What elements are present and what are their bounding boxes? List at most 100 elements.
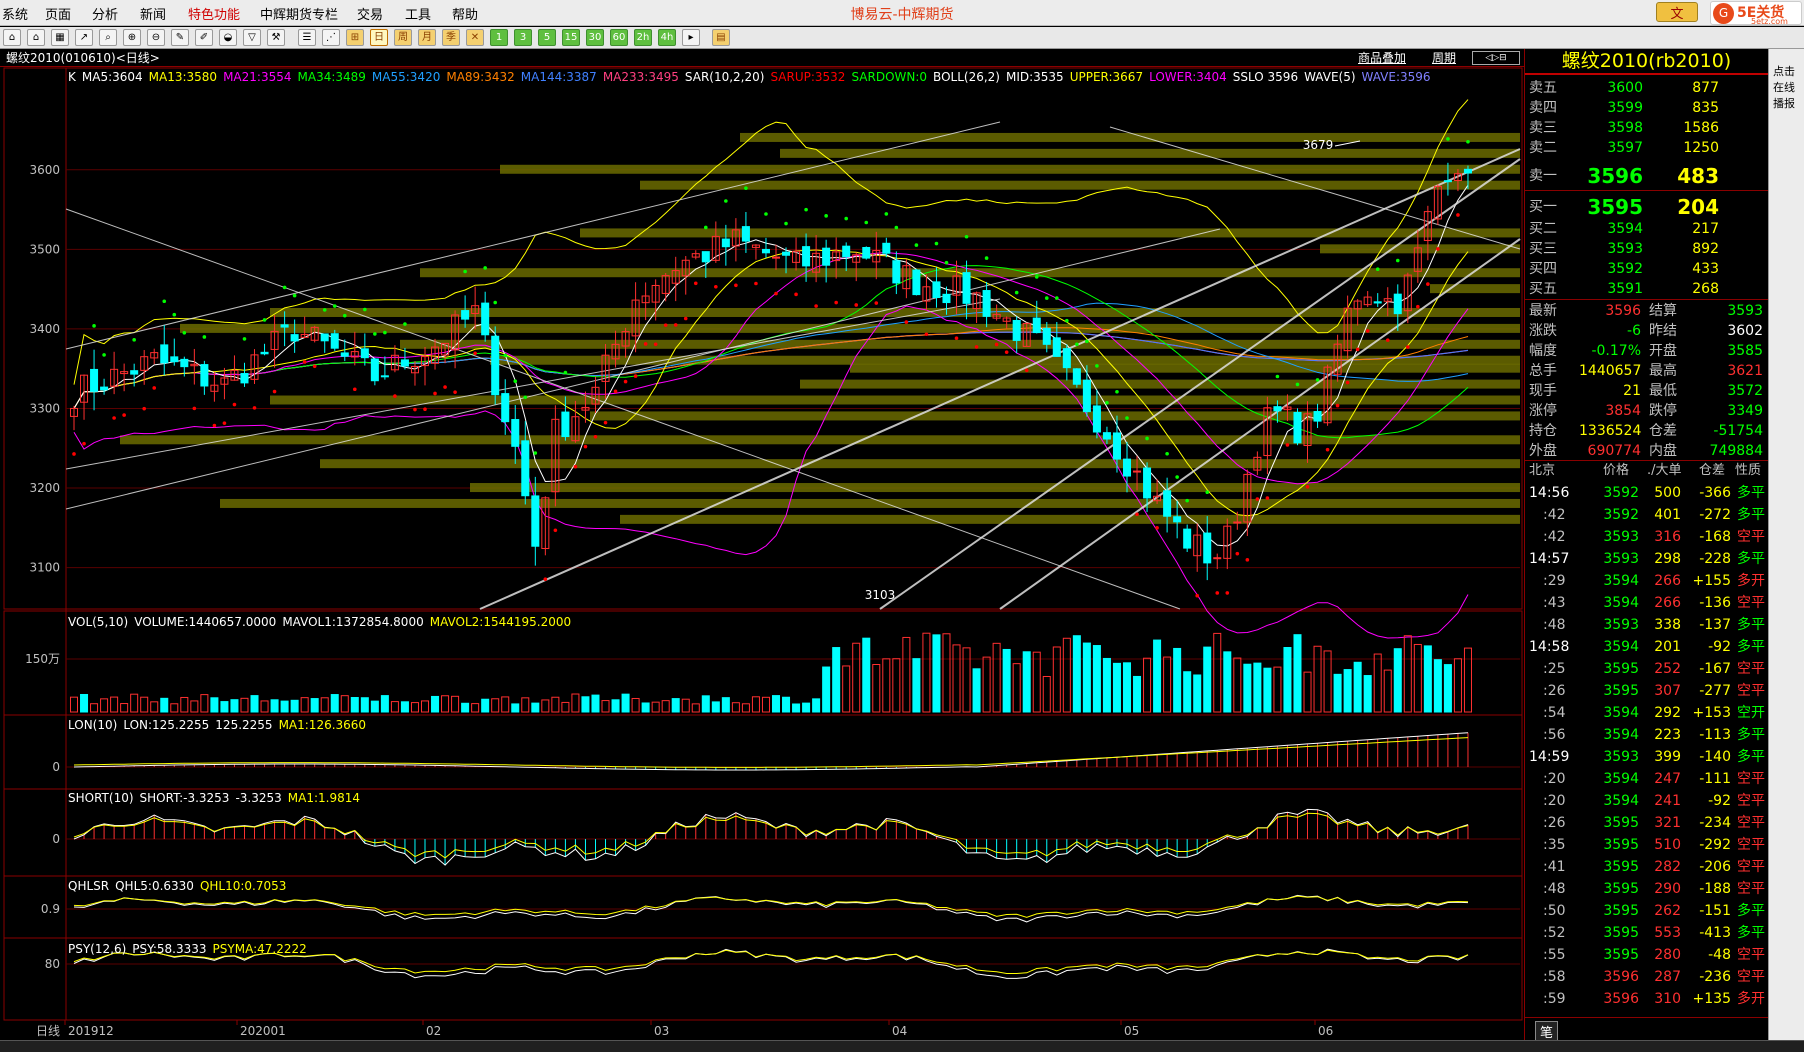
tick-row[interactable]: :29 3594 266 +155 多开 <box>1525 570 1768 592</box>
menu-help[interactable]: 帮助 <box>452 4 478 23</box>
ask-row[interactable]: 卖四 3599 835 <box>1525 98 1768 118</box>
tick-tab[interactable]: 笔 <box>1535 1021 1559 1042</box>
tick-row[interactable]: :43 3594 266 -136 空平 <box>1525 592 1768 614</box>
tick-price: 3595 <box>1603 903 1639 919</box>
menu-page[interactable]: 页面 <box>45 4 71 23</box>
legend-item: MA1:126.3660 <box>278 718 367 732</box>
bid-row[interactable]: 买五 3591 268 <box>1525 279 1768 299</box>
pen-icon[interactable]: ✐ <box>195 29 213 46</box>
tick-row[interactable]: :20 3594 241 -92 空平 <box>1525 790 1768 812</box>
tick-volume: 510 <box>1654 837 1681 853</box>
bid-row[interactable]: 买三 3593 892 <box>1525 239 1768 259</box>
stat-row[interactable]: 涨停 3854 跌停 3349 <box>1525 401 1768 421</box>
grid-icon[interactable]: ▦ <box>51 29 69 46</box>
broadcast-strip[interactable]: 点击 在线 播报 <box>1768 49 1804 1040</box>
tick-row[interactable]: :48 3595 290 -188 空平 <box>1525 878 1768 900</box>
tick-row[interactable]: 14:57 3593 298 -228 多平 <box>1525 548 1768 570</box>
next-icon[interactable]: ▸ <box>682 29 700 46</box>
tick-row[interactable]: :41 3595 282 -206 空平 <box>1525 856 1768 878</box>
tick-row[interactable]: :54 3594 292 +153 空开 <box>1525 702 1768 724</box>
period-30m-button[interactable]: 30 <box>586 29 604 46</box>
ask-row[interactable]: 卖五 3600 877 <box>1525 78 1768 98</box>
sar-dot <box>383 330 387 335</box>
candle-body <box>1122 458 1132 477</box>
ask-row[interactable]: 卖一 3596 483 <box>1525 162 1768 190</box>
period-3m-button[interactable]: 3 <box>514 29 532 46</box>
zoom-in-icon[interactable]: ⊕ <box>123 29 141 46</box>
menu-news[interactable]: 新闻 <box>140 4 166 23</box>
stat-row[interactable]: 总手 1440657 最高 3621 <box>1525 361 1768 381</box>
search-icon[interactable]: ⌕ <box>99 29 117 46</box>
volume-bar <box>1343 669 1352 713</box>
tick-price: 3593 <box>1603 551 1639 567</box>
stat-row[interactable]: 现手 21 最低 3572 <box>1525 381 1768 401</box>
stat-row[interactable]: 涨跌 -6 昨结 3602 <box>1525 321 1768 341</box>
menu-tools[interactable]: 工具 <box>405 4 431 23</box>
stat-row[interactable]: 幅度 -0.17% 开盘 3585 <box>1525 341 1768 361</box>
period-60m-button[interactable]: 60 <box>610 29 628 46</box>
tick-row[interactable]: :26 3595 307 -277 空平 <box>1525 680 1768 702</box>
table-icon[interactable]: ☰ <box>298 29 316 46</box>
candle-body <box>511 419 520 447</box>
tick-row[interactable]: :48 3593 338 -137 多平 <box>1525 614 1768 636</box>
tick-row[interactable]: :42 3593 316 -168 空平 <box>1525 526 1768 548</box>
stat-row[interactable]: 最新 3596 结算 3593 <box>1525 301 1768 321</box>
sar-dot <box>1255 497 1260 501</box>
ask-row[interactable]: 卖三 3598 1586 <box>1525 118 1768 138</box>
period-week-button[interactable]: 周 <box>394 29 412 46</box>
tools-icon[interactable]: ⚒ <box>267 29 285 46</box>
volume-bar <box>942 633 951 713</box>
menu-trade[interactable]: 交易 <box>357 4 383 23</box>
bell-icon[interactable]: ◒ <box>219 29 237 46</box>
tick-row[interactable]: :58 3596 287 -236 空平 <box>1525 966 1768 988</box>
menu-zhonghui-column[interactable]: 中辉期货专栏 <box>260 4 338 23</box>
period-year-icon[interactable]: ✕ <box>466 29 484 46</box>
close-window-button[interactable]: 文 <box>1656 2 1698 22</box>
period-15m-button[interactable]: 15 <box>562 29 580 46</box>
bid-row[interactable]: 买二 3594 217 <box>1525 219 1768 239</box>
tick-row[interactable]: :52 3595 553 -413 多平 <box>1525 922 1768 944</box>
tick-row[interactable]: :55 3595 280 -48 空平 <box>1525 944 1768 966</box>
menu-analysis[interactable]: 分析 <box>92 4 118 23</box>
sar-dot <box>1325 447 1330 452</box>
house-icon[interactable]: ⌂ <box>27 29 45 46</box>
tick-row[interactable]: 14:56 3592 500 -366 多平 <box>1525 482 1768 504</box>
calendar-icon[interactable]: ▤ <box>712 29 730 46</box>
tick-row[interactable]: :20 3594 247 -111 空平 <box>1525 768 1768 790</box>
stat-row[interactable]: 持仓 1336524 仓差 -51754 <box>1525 421 1768 441</box>
tick-row[interactable]: 14:58 3594 201 -92 多平 <box>1525 636 1768 658</box>
zoom-out-icon[interactable]: ⊖ <box>147 29 165 46</box>
sar-dot <box>222 421 227 425</box>
kline-chart-area[interactable]: 螺纹2010(010610)<日线> 商品叠加 周期 ◁▷⊟ 3600 3500 3… <box>0 49 1524 1040</box>
tick-row[interactable]: :50 3595 262 -151 多平 <box>1525 900 1768 922</box>
period-day-button[interactable]: 日 <box>370 29 388 46</box>
sar-dot <box>573 464 578 469</box>
bid-row[interactable]: 买四 3592 433 <box>1525 259 1768 279</box>
period-5m-button[interactable]: 5 <box>538 29 556 46</box>
tick-chart-icon[interactable]: ⊞ <box>346 29 364 46</box>
period-month-button[interactable]: 月 <box>418 29 436 46</box>
period-4h-button[interactable]: 4h <box>658 29 676 46</box>
line-chart-icon[interactable]: ⋰ <box>322 29 340 46</box>
filter-icon[interactable]: ▽ <box>243 29 261 46</box>
tick-row[interactable]: :26 3595 321 -234 空平 <box>1525 812 1768 834</box>
volume-legend: VOL(5,10) VOLUME:1440657.0000 MAVOL1:13728… <box>68 615 577 629</box>
period-quarter-button[interactable]: 季 <box>442 29 460 46</box>
bid-row[interactable]: 买一 3595 204 <box>1525 193 1768 221</box>
ask-row[interactable]: 卖二 3597 1250 <box>1525 138 1768 158</box>
menu-features[interactable]: 特色功能 <box>188 4 240 23</box>
stat-row[interactable]: 外盘 690774 内盘 749884 <box>1525 441 1768 461</box>
home-icon[interactable]: ⌂ <box>3 29 21 46</box>
tick-row[interactable]: :42 3592 401 -272 多平 <box>1525 504 1768 526</box>
arrow-icon[interactable]: ↗ <box>75 29 93 46</box>
tick-row[interactable]: :25 3595 252 -167 空平 <box>1525 658 1768 680</box>
menu-system[interactable]: 系统 <box>2 4 28 23</box>
draw-icon[interactable]: ✎ <box>171 29 189 46</box>
brand-badge[interactable]: G 5E关货 5etz.com <box>1710 1 1802 26</box>
period-2h-button[interactable]: 2h <box>634 29 652 46</box>
tick-row[interactable]: :56 3594 223 -113 多平 <box>1525 724 1768 746</box>
period-1m-button[interactable]: 1 <box>490 29 508 46</box>
tick-row[interactable]: :35 3595 510 -292 空平 <box>1525 834 1768 856</box>
tick-row[interactable]: :59 3596 310 +135 多开 <box>1525 988 1768 1010</box>
tick-row[interactable]: 14:59 3593 399 -140 多平 <box>1525 746 1768 768</box>
